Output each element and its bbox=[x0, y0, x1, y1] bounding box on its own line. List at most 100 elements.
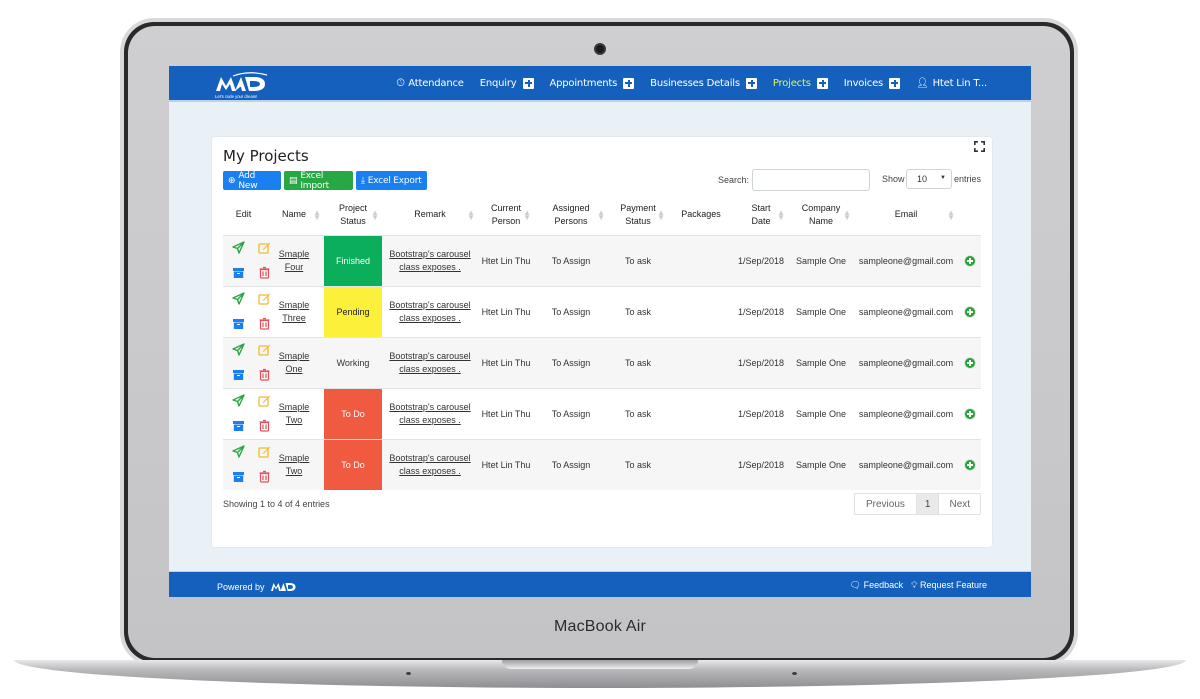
assigned-persons-cell: To Assign bbox=[534, 285, 608, 337]
request-feature-link[interactable]: 💡︎ Request Feature bbox=[911, 580, 987, 591]
column-header[interactable]: Company Name ▲ ▼ bbox=[788, 195, 854, 236]
plus-square-icon[interactable] bbox=[889, 77, 901, 89]
remark-link[interactable]: Bootstrap's carousel bbox=[382, 452, 478, 465]
mad-logo-small[interactable] bbox=[268, 580, 300, 594]
start-date-value: 1/Sep/2018 bbox=[737, 357, 785, 368]
project-name-link[interactable]: Three bbox=[264, 312, 324, 325]
send-icon[interactable] bbox=[232, 444, 245, 458]
sort-icon[interactable]: ▲ ▼ bbox=[843, 209, 851, 222]
sort-icon[interactable]: ▲ ▼ bbox=[467, 209, 475, 222]
remark-link[interactable]: class exposes . bbox=[382, 312, 478, 325]
edit-icon[interactable] bbox=[258, 343, 271, 356]
plus-square-icon[interactable] bbox=[745, 77, 757, 89]
expand-row-icon[interactable] bbox=[963, 254, 976, 267]
project-name-link[interactable]: Smaple bbox=[264, 452, 324, 465]
edit-icon[interactable] bbox=[258, 241, 271, 254]
archive-icon[interactable] bbox=[232, 368, 245, 381]
sort-icon[interactable]: ▲ ▼ bbox=[597, 209, 605, 222]
sort-icon[interactable]: ▲ ▼ bbox=[657, 209, 665, 222]
page-1-button[interactable]: 1 bbox=[916, 494, 940, 514]
fullscreen-icon[interactable] bbox=[974, 141, 985, 152]
project-name-link[interactable]: Smaple bbox=[264, 248, 324, 261]
archive-icon[interactable] bbox=[232, 317, 245, 330]
column-header[interactable]: Remark ▲ ▼ bbox=[382, 195, 478, 236]
column-header[interactable]: Assigned Persons ▲ ▼ bbox=[534, 195, 608, 236]
remark-link[interactable]: class exposes . bbox=[382, 363, 478, 376]
previous-page-button[interactable]: Previous bbox=[855, 494, 917, 514]
trash-icon[interactable] bbox=[258, 266, 271, 279]
expand-row-icon[interactable] bbox=[963, 458, 976, 471]
feedback-link[interactable]: 🗨︎ Feedback bbox=[850, 580, 903, 591]
laptop-foot bbox=[406, 672, 411, 675]
column-header[interactable]: Start Date ▲ ▼ bbox=[734, 195, 788, 236]
edit-icon[interactable] bbox=[258, 445, 271, 458]
expand-row-icon[interactable] bbox=[963, 407, 976, 420]
column-header[interactable]: Name ▲ ▼ bbox=[264, 195, 324, 236]
next-page-button[interactable]: Next bbox=[939, 494, 980, 514]
plus-square-icon[interactable] bbox=[816, 77, 828, 89]
remark-link[interactable]: class exposes . bbox=[382, 465, 478, 478]
nav-attendance[interactable]: 🕓︎ Attendance bbox=[397, 78, 464, 89]
table-row: Smaple Three Pending Bootstrap's carousel cl… bbox=[223, 285, 981, 337]
remark-link[interactable]: class exposes . bbox=[382, 414, 478, 427]
project-name-link[interactable]: Smaple bbox=[264, 350, 324, 363]
column-header-label: Packages bbox=[681, 209, 721, 220]
table-info: Showing 1 to 4 of 4 entries bbox=[223, 499, 330, 509]
trash-icon[interactable] bbox=[258, 317, 271, 330]
column-header[interactable]: Email ▲ ▼ bbox=[854, 195, 958, 236]
nav-invoices[interactable]: Invoices bbox=[844, 77, 901, 89]
nav-projects[interactable]: Projects bbox=[773, 77, 828, 89]
mad-logo[interactable]: Let's code your dream! bbox=[213, 71, 271, 99]
archive-icon[interactable] bbox=[232, 266, 245, 279]
project-name-link[interactable]: Smaple bbox=[264, 401, 324, 414]
sort-icon[interactable]: ▲ ▼ bbox=[777, 209, 785, 222]
plus-square-icon[interactable] bbox=[623, 77, 635, 89]
remark-link[interactable]: Bootstrap's carousel bbox=[382, 299, 478, 312]
edit-icon[interactable] bbox=[258, 394, 271, 407]
table-row: Smaple One Working Bootstrap's carousel clas… bbox=[223, 336, 981, 388]
nav-appointments[interactable]: Appointments bbox=[550, 77, 635, 89]
send-icon[interactable] bbox=[232, 393, 245, 407]
excel-import-button[interactable]: ▤ Excel Import bbox=[284, 171, 353, 191]
add-new-button[interactable]: ⊕ Add New bbox=[223, 171, 281, 191]
nav-enquiry[interactable]: Enquiry bbox=[480, 77, 534, 89]
edit-icon[interactable] bbox=[258, 292, 271, 305]
nav-businesses-details[interactable]: Businesses Details bbox=[650, 77, 757, 89]
project-name-link[interactable]: Four bbox=[264, 261, 324, 274]
plus-square-icon[interactable] bbox=[522, 77, 534, 89]
excel-export-button[interactable]: ⤓ Excel Export bbox=[356, 171, 427, 190]
project-name-link[interactable]: One bbox=[264, 363, 324, 376]
payment-status-value: To ask bbox=[624, 306, 651, 317]
sort-icon[interactable]: ▲ ▼ bbox=[947, 209, 955, 222]
trash-icon[interactable] bbox=[258, 470, 271, 483]
remark-link[interactable]: Bootstrap's carousel bbox=[382, 401, 478, 414]
expand-row-icon[interactable] bbox=[963, 305, 976, 318]
remark-link[interactable]: Bootstrap's carousel bbox=[382, 350, 478, 363]
send-icon[interactable] bbox=[232, 291, 245, 305]
trash-icon[interactable] bbox=[258, 419, 271, 432]
column-header[interactable]: Payment Status ▲ ▼ bbox=[608, 195, 668, 236]
expand-row-icon[interactable] bbox=[963, 356, 976, 369]
search-input[interactable] bbox=[752, 169, 870, 191]
archive-icon[interactable] bbox=[232, 470, 245, 483]
sort-icon[interactable]: ▲ ▼ bbox=[313, 209, 321, 222]
project-name-link[interactable]: Smaple bbox=[264, 299, 324, 312]
project-name-link[interactable]: Two bbox=[264, 414, 324, 427]
send-icon[interactable] bbox=[232, 342, 245, 356]
top-navbar: Let's code your dream! 🕓︎ Attendance Enq… bbox=[169, 66, 1031, 102]
sort-icon[interactable]: ▲ ▼ bbox=[371, 209, 379, 222]
sort-icon[interactable]: ▲ ▼ bbox=[523, 209, 531, 222]
send-icon[interactable] bbox=[232, 240, 245, 254]
column-header[interactable]: Project Status ▲ ▼ bbox=[324, 195, 382, 236]
packages-cell bbox=[668, 387, 734, 439]
nav-user-menu[interactable]: 👤︎ Htet Lin T... bbox=[916, 78, 987, 89]
entries-per-page-select[interactable]: 10 ▼ bbox=[906, 169, 952, 189]
remark-link[interactable]: Bootstrap's carousel bbox=[382, 248, 478, 261]
company-name-value: Sample One bbox=[795, 408, 847, 419]
archive-icon[interactable] bbox=[232, 419, 245, 432]
column-header[interactable]: Current Person ▲ ▼ bbox=[478, 195, 534, 236]
trash-icon[interactable] bbox=[258, 368, 271, 381]
remark-link[interactable]: class exposes . bbox=[382, 261, 478, 274]
page-title: My Projects bbox=[223, 147, 309, 165]
project-name-link[interactable]: Two bbox=[264, 465, 324, 478]
